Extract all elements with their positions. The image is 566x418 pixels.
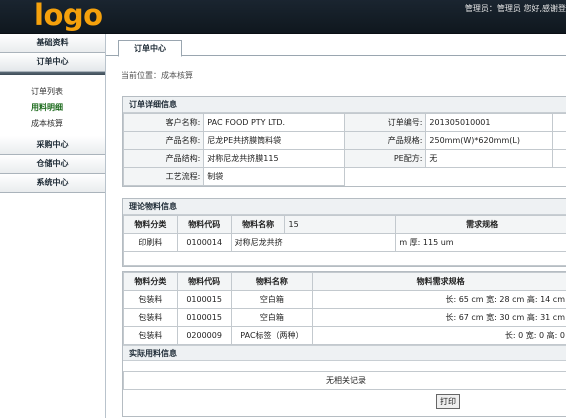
column-header: 物料分类	[123, 272, 178, 291]
order-detail-panel: 订单详细信息 客户名称: PAC FOOD PTY LTD. 订单编号: 201…	[122, 96, 566, 187]
field-label: PE配方:	[343, 149, 427, 168]
column-header: 物料名称	[230, 272, 314, 291]
table-row: 包装料 0100015 空白箱 长: 65 cm 宽: 28 cm 高: 14 …	[123, 290, 566, 309]
print-row: 打印	[123, 390, 566, 416]
submenu-order-list[interactable]: 订单列表	[0, 84, 105, 100]
material-category: 包装料	[123, 326, 178, 345]
material-code: 0100014	[176, 233, 232, 252]
column-header: 物料需求规格	[312, 272, 566, 291]
menu-basic-data[interactable]: 基础资料	[0, 34, 105, 53]
field-label: 产品结构:	[122, 149, 205, 168]
table-row: 无相关记录	[123, 371, 566, 390]
packaging-material-panel: 物料分类 物料代码 物料名称 物料需求规格 包装料 0100015 空白箱 长:…	[122, 271, 566, 417]
order-submenu: 订单列表 用料明细 成本核算	[0, 72, 105, 136]
user-greeting: 管理员：管理员 您好,感谢登	[464, 4, 566, 13]
field-label: 产品规格:	[343, 131, 427, 150]
field-value: 250mm(W)*620mm(L)	[425, 131, 554, 150]
menu-order-center[interactable]: 订单中心	[0, 53, 105, 75]
actual-material-title: 实际用料信息	[123, 345, 566, 361]
column-header: 物料分类	[123, 215, 178, 234]
field-label: 产品名称:	[122, 131, 205, 150]
top-header: logo 管理员：管理员 您好,感谢登	[0, 0, 566, 34]
material-code: 0100015	[176, 290, 232, 309]
column-header: 15	[284, 215, 397, 234]
menu-warehouse-center[interactable]: 仓储中心	[0, 155, 105, 174]
field-value: 尼龙PE共挤膜筒料袋	[203, 131, 345, 150]
breadcrumb: 当前位置：成本核算	[121, 71, 193, 80]
field-value: PAC FOOD PTY LTD.	[203, 113, 345, 132]
table-row: 印刷料 0100014 对称尼龙共挤 m 厚: 115 um	[123, 233, 566, 252]
material-spec: 长: 0 宽: 0 高: 0	[312, 326, 566, 345]
menu-system-center[interactable]: 系统中心	[0, 174, 105, 193]
empty-record-text: 无相关记录	[123, 371, 566, 390]
field-label: 订单编号:	[343, 113, 427, 132]
table-row: 包装料 0100015 空白箱 长: 67 cm 宽: 30 cm 高: 31 …	[123, 308, 566, 327]
tab-order-center[interactable]: 订单中心	[118, 40, 182, 57]
logo: logo	[34, 0, 103, 32]
table-row: 产品名称: 尼龙PE共挤膜筒料袋 产品规格: 250mm(W)*620mm(L)	[122, 131, 566, 150]
material-code: 0200009	[176, 326, 232, 345]
theory-material-title: 理论物料信息	[123, 199, 566, 215]
table-header-row: 物料分类 物料代码 物料名称 物料需求规格	[123, 272, 566, 291]
tab-bar: 订单中心	[106, 34, 566, 57]
order-detail-title: 订单详细信息	[123, 97, 566, 113]
material-name: 空白箱	[230, 290, 314, 309]
field-value: 201305010001	[425, 113, 554, 132]
packaging-material-table: 物料分类 物料代码 物料名称 物料需求规格 包装料 0100015 空白箱 长:…	[123, 272, 566, 345]
field-value: 无	[425, 149, 554, 168]
material-name: 对称尼龙共挤	[230, 233, 397, 252]
material-spec: 长: 65 cm 宽: 28 cm 高: 14 cm	[312, 290, 566, 309]
field-value: 对称尼龙共挤膜115	[203, 149, 345, 168]
material-code: 0100015	[176, 308, 232, 327]
material-category: 包装料	[123, 290, 178, 309]
table-row: 包装料 0200009 PAC标签（两种） 长: 0 宽: 0 高: 0	[123, 326, 566, 345]
menu-purchase-center[interactable]: 采购中心	[0, 136, 105, 155]
material-category: 印刷料	[123, 233, 178, 252]
column-header: 物料代码	[176, 215, 232, 234]
table-row: 客户名称: PAC FOOD PTY LTD. 订单编号: 2013050100…	[122, 113, 566, 132]
order-detail-table: 客户名称: PAC FOOD PTY LTD. 订单编号: 2013050100…	[122, 113, 566, 186]
submenu-material-detail[interactable]: 用料明细	[0, 100, 105, 116]
table-header-row: 物料分类 物料代码 物料名称 15 需求规格	[123, 215, 566, 234]
material-name: PAC标签（两种）	[230, 326, 314, 345]
column-header: 物料代码	[176, 272, 232, 291]
material-spec: 长: 67 cm 宽: 30 cm 高: 31 cm	[312, 308, 566, 327]
main-content: 订单中心 当前位置：成本核算 订单详细信息 客户名称: PAC FOOD PTY…	[106, 34, 566, 418]
print-button[interactable]: 打印	[436, 394, 460, 409]
sidebar: 基础资料 订单中心 订单列表 用料明细 成本核算 采购中心 仓储中心 系统中心	[0, 34, 106, 418]
field-label: 客户名称:	[122, 113, 205, 132]
column-header: 物料名称	[230, 215, 286, 234]
field-label: 工艺流程:	[122, 167, 205, 186]
table-row: 工艺流程: 制袋	[122, 167, 566, 186]
material-name: 空白箱	[230, 308, 314, 327]
field-value: 制袋	[203, 167, 345, 186]
submenu-cost-accounting[interactable]: 成本核算	[0, 116, 105, 132]
material-spec: m 厚: 115 um	[395, 233, 566, 252]
material-category: 包装料	[123, 308, 178, 327]
theory-material-panel: 理论物料信息 物料分类 物料代码 物料名称 15 需求规格 印刷料 010001…	[122, 198, 566, 267]
column-header: 需求规格	[395, 215, 566, 234]
actual-material-table: 无相关记录	[123, 371, 566, 390]
table-row: 产品结构: 对称尼龙共挤膜115 PE配方: 无	[122, 149, 566, 168]
theory-material-table: 物料分类 物料代码 物料名称 15 需求规格 印刷料 0100014 对称尼龙共…	[123, 215, 566, 266]
